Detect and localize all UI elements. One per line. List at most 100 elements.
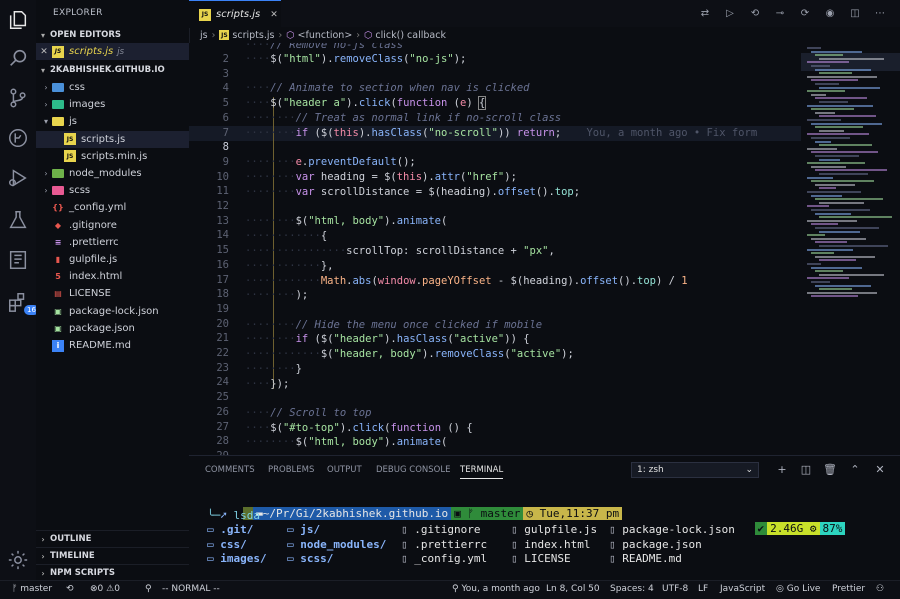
terminal-listing-item: ▯ gulpfile.js	[511, 523, 598, 536]
tree-item[interactable]: › scss	[36, 182, 189, 199]
terminal-select[interactable]: 1: zsh ⌄	[631, 462, 759, 478]
testing-icon[interactable]	[6, 208, 30, 232]
tab-output[interactable]: OUTPUT	[327, 465, 362, 475]
notifications-icon[interactable]: ⚇	[876, 584, 884, 594]
run-debug-icon[interactable]	[6, 166, 30, 190]
files-icon[interactable]	[6, 8, 30, 32]
minimap-line	[819, 86, 880, 89]
breadcrumb-folder[interactable]: js	[200, 30, 208, 41]
prettier-button[interactable]: Prettier	[832, 584, 865, 594]
tree-item[interactable]: ▣ package-lock.json	[36, 303, 189, 320]
next-change-icon[interactable]: ⟳	[797, 5, 813, 21]
git-history-icon[interactable]	[6, 126, 30, 150]
tree-item[interactable]: 5 index.html	[36, 268, 189, 285]
add-terminal-icon[interactable]: +	[775, 463, 789, 477]
sync-icon[interactable]: ⟲	[66, 584, 74, 594]
git-commit-icon[interactable]: ⊸	[772, 5, 788, 21]
prompt-time: ◷ Tue,11:37 pm	[523, 507, 623, 520]
minimap-line	[815, 54, 843, 57]
editor-tab-bar: JS scripts.js ✕ ⇄ ▷ ⟲ ⊸ ⟳ ◉ ◫ ⋯	[189, 0, 900, 28]
folder-icon	[52, 186, 64, 196]
cursor-position[interactable]: Ln 8, Col 50	[546, 584, 600, 594]
minimap[interactable]	[801, 43, 900, 455]
open-editor-item[interactable]: ✕ JS scripts.js js	[36, 43, 189, 60]
minimap-line	[819, 201, 864, 204]
git-lens-icon[interactable]: ⚲	[145, 584, 152, 594]
folder-icon: ▭	[207, 537, 221, 551]
more-actions-icon[interactable]: ⋯	[872, 5, 888, 21]
breadcrumb-function[interactable]: <function>	[298, 30, 353, 41]
file-icon: ▯	[511, 552, 525, 565]
tree-item[interactable]: ▾ js	[36, 113, 189, 130]
tree-item[interactable]: {} _config.yml	[36, 199, 189, 216]
timeline-icon[interactable]: ◉	[822, 5, 838, 21]
minimap-line	[819, 259, 856, 262]
close-icon[interactable]: ✕	[36, 47, 52, 57]
tab-terminal[interactable]: TERMINAL	[460, 465, 504, 479]
folder-icon: ▭	[287, 552, 301, 565]
breadcrumb-callback[interactable]: click() callback	[375, 30, 446, 41]
line-number: 11	[216, 185, 229, 198]
minimap-line	[819, 245, 888, 247]
indentation[interactable]: Spaces: 4	[610, 584, 654, 594]
tree-item[interactable]: › images	[36, 96, 189, 113]
status-bar: ᚠ master ⟲ ⊗0 ⚠0 ⚲ -- NORMAL -- ⚲ You, a…	[0, 580, 900, 599]
notebook-icon[interactable]	[6, 248, 30, 272]
language-mode[interactable]: JavaScript	[720, 584, 765, 594]
workspace-header[interactable]: ▾ 2KABHISHEK.GITHUB.IO	[36, 62, 189, 78]
minimap-line	[819, 144, 872, 147]
tree-item[interactable]: › css	[36, 79, 189, 96]
run-icon[interactable]: ▷	[722, 5, 738, 21]
line-number: 9	[222, 155, 229, 168]
line-number: 19	[216, 302, 229, 315]
tree-item[interactable]: ▣ package.json	[36, 320, 189, 337]
split-terminal-icon[interactable]: ◫	[799, 463, 813, 477]
tree-item[interactable]: › node_modules	[36, 165, 189, 182]
tree-item[interactable]: ◆ .gitignore	[36, 217, 189, 234]
close-icon[interactable]: ✕	[270, 10, 278, 20]
npm-scripts-section[interactable]: › NPM SCRIPTS	[36, 564, 189, 581]
minimap-line	[811, 93, 826, 96]
go-live-button[interactable]: ◎ Go Live	[776, 584, 820, 594]
split-editor-icon[interactable]: ◫	[847, 5, 863, 21]
tree-item[interactable]: JS scripts.js	[36, 130, 189, 148]
settings-gear-icon[interactable]	[6, 548, 30, 572]
previous-change-icon[interactable]: ⟲	[747, 5, 763, 21]
timeline-section[interactable]: › TIMELINE	[36, 547, 189, 564]
tab-problems[interactable]: PROBLEMS	[268, 465, 314, 475]
extensions-icon[interactable]: 16	[6, 290, 39, 315]
tab-scripts-js[interactable]: JS scripts.js ✕	[189, 0, 281, 28]
blame-indicator[interactable]: ⚲ You, a month ago	[452, 584, 540, 594]
tab-debug-console[interactable]: DEBUG CONSOLE	[376, 465, 450, 475]
chevron-right-icon: ›	[41, 551, 45, 561]
trash-icon[interactable]: 🗑	[823, 463, 837, 477]
tree-item-label: README.md	[69, 340, 132, 351]
end-of-line[interactable]: LF	[698, 584, 708, 594]
tree-item[interactable]: ▤ LICENSE	[36, 285, 189, 302]
open-editors-header[interactable]: ▾ OPEN EDITORS	[36, 27, 189, 43]
breadcrumb: js › JS scripts.js › ⬡ <function> › ⬡ cl…	[189, 27, 900, 43]
tab-comments[interactable]: COMMENTS	[205, 465, 255, 475]
close-panel-icon[interactable]: ✕	[873, 463, 887, 477]
chevron-right-icon: ›	[44, 169, 48, 178]
minimap-line	[819, 72, 852, 75]
outline-section[interactable]: › OUTLINE	[36, 530, 189, 547]
tree-item[interactable]: ▮ gulpfile.js	[36, 251, 189, 268]
code-editor[interactable]: 2 3 4 5 6 7 8 9 10 11 12 13 14 15 16 17 18 19 20 21 22 23 24 25…	[189, 43, 801, 455]
branch-indicator[interactable]: ᚠ master	[12, 584, 52, 594]
minimap-line	[815, 255, 875, 258]
maximize-panel-icon[interactable]: ⌃	[848, 463, 862, 477]
tree-item-label: scripts.js	[81, 133, 126, 145]
tree-item[interactable]: ≡ .prettierrc	[36, 234, 189, 251]
html-file-icon: 5	[55, 272, 61, 282]
source-control-icon[interactable]	[6, 86, 30, 110]
breadcrumb-file[interactable]: scripts.js	[232, 30, 274, 41]
minimap-line	[807, 147, 837, 150]
encoding[interactable]: UTF-8	[662, 584, 688, 594]
problems-indicator[interactable]: ⊗0 ⚠0	[90, 584, 120, 594]
minimap-line	[815, 169, 887, 172]
compare-changes-icon[interactable]: ⇄	[697, 5, 713, 21]
tree-item[interactable]: i README.md	[36, 337, 189, 354]
search-icon[interactable]	[6, 46, 30, 70]
tree-item[interactable]: JS scripts.min.js	[36, 148, 189, 165]
